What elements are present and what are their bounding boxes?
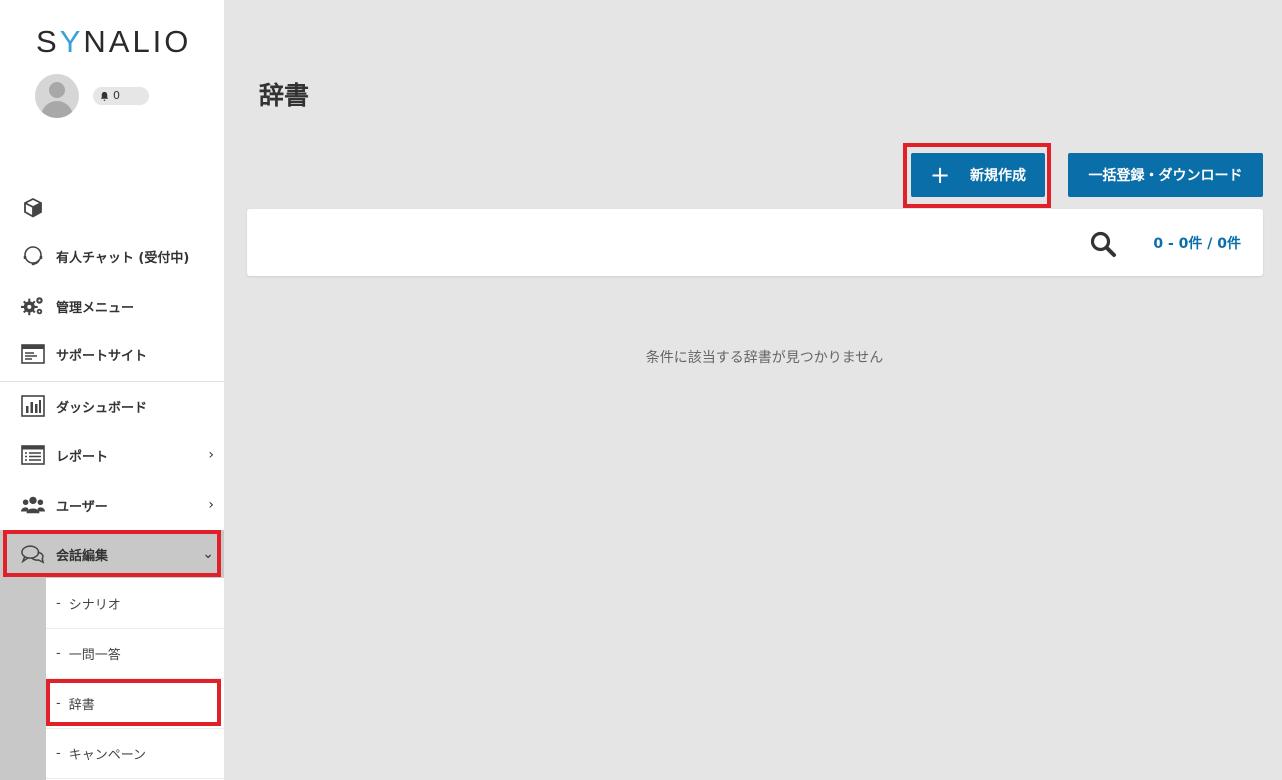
new-create-label: 新規作成	[970, 168, 1027, 184]
subnav-dash: -	[56, 746, 61, 761]
sidebar-item-report[interactable]: レポート ›	[0, 431, 224, 479]
search-panel: 0 - 0件 / 0件	[247, 209, 1263, 276]
bell-icon	[100, 91, 109, 101]
sidebar-item-label: 管理メニュー	[56, 300, 135, 316]
result-count: 0 - 0件 / 0件	[1153, 236, 1241, 252]
bulk-register-download-button[interactable]: 一括登録・ダウンロード	[1068, 153, 1263, 197]
subnav-indent	[0, 578, 46, 780]
sidebar-item-box[interactable]	[0, 184, 224, 232]
subnav-item-label: 一問一答	[68, 648, 121, 663]
synalio-logo[interactable]: SYNALIO	[36, 24, 191, 60]
empty-message: 条件に該当する辞書が見つかりません	[0, 347, 1282, 367]
sidebar-item-admin-menu[interactable]: 管理メニュー	[0, 282, 224, 330]
sidebar-item-label: ユーザー	[56, 499, 108, 515]
bulk-register-label: 一括登録・ダウンロード	[1088, 168, 1243, 184]
empty-message-text: 条件に該当する辞書が見つかりません	[645, 350, 884, 366]
logo-text-prefix: S	[36, 24, 60, 59]
subnav-item-label: 辞書	[68, 698, 95, 713]
logo-text-suffix: NALIO	[83, 24, 192, 59]
sidebar: SYNALIO 0 有人チャット (受付中) 管理メニュー サポートサイト ダッ…	[0, 0, 224, 780]
page-title: 辞書	[259, 81, 310, 110]
chevron-right-icon: ›	[208, 497, 214, 513]
users-icon	[21, 493, 45, 517]
subnav-item-faq[interactable]: - 一問一答	[46, 629, 224, 679]
list-icon	[21, 443, 45, 467]
sidebar-item-users[interactable]: ユーザー ›	[0, 481, 224, 529]
headset-icon	[21, 244, 45, 268]
sidebar-item-label: 有人チャット (受付中)	[56, 250, 190, 266]
sidebar-item-live-chat[interactable]: 有人チャット (受付中)	[0, 232, 224, 280]
sidebar-item-dashboard[interactable]: ダッシュボード	[0, 382, 224, 430]
subnav-dash: -	[56, 646, 61, 661]
notification-badge[interactable]: 0	[93, 87, 149, 105]
subnav-item-label: シナリオ	[68, 598, 121, 613]
avatar[interactable]	[35, 74, 79, 118]
box-icon	[21, 196, 45, 220]
subnav-item-campaign[interactable]: - キャンペーン	[46, 729, 224, 779]
subnav-dash: -	[56, 696, 61, 711]
sidebar-item-conversation-edit[interactable]: 会話編集 ⌄	[0, 530, 224, 578]
chat-bubbles-icon	[21, 542, 45, 566]
plus-icon: +	[929, 161, 951, 189]
bar-chart-icon	[21, 394, 45, 418]
chevron-down-icon: ⌄	[202, 546, 214, 562]
sidebar-item-label: 会話編集	[56, 548, 109, 564]
gears-icon	[21, 294, 45, 318]
subnav-item-label: キャンペーン	[68, 748, 147, 763]
logo-text-accent: Y	[59, 24, 84, 59]
sidebar-item-label: ダッシュボード	[56, 400, 148, 416]
chevron-right-icon: ›	[208, 447, 214, 463]
new-create-button[interactable]: + 新規作成	[911, 153, 1045, 197]
subnav-dash: -	[56, 596, 61, 611]
notification-count: 0	[113, 89, 120, 102]
search-icon[interactable]	[1089, 230, 1117, 258]
subnav-item-dictionary[interactable]: - 辞書	[46, 679, 224, 729]
subnav-item-scenario[interactable]: - シナリオ	[46, 579, 224, 629]
sidebar-item-label: レポート	[56, 449, 109, 465]
